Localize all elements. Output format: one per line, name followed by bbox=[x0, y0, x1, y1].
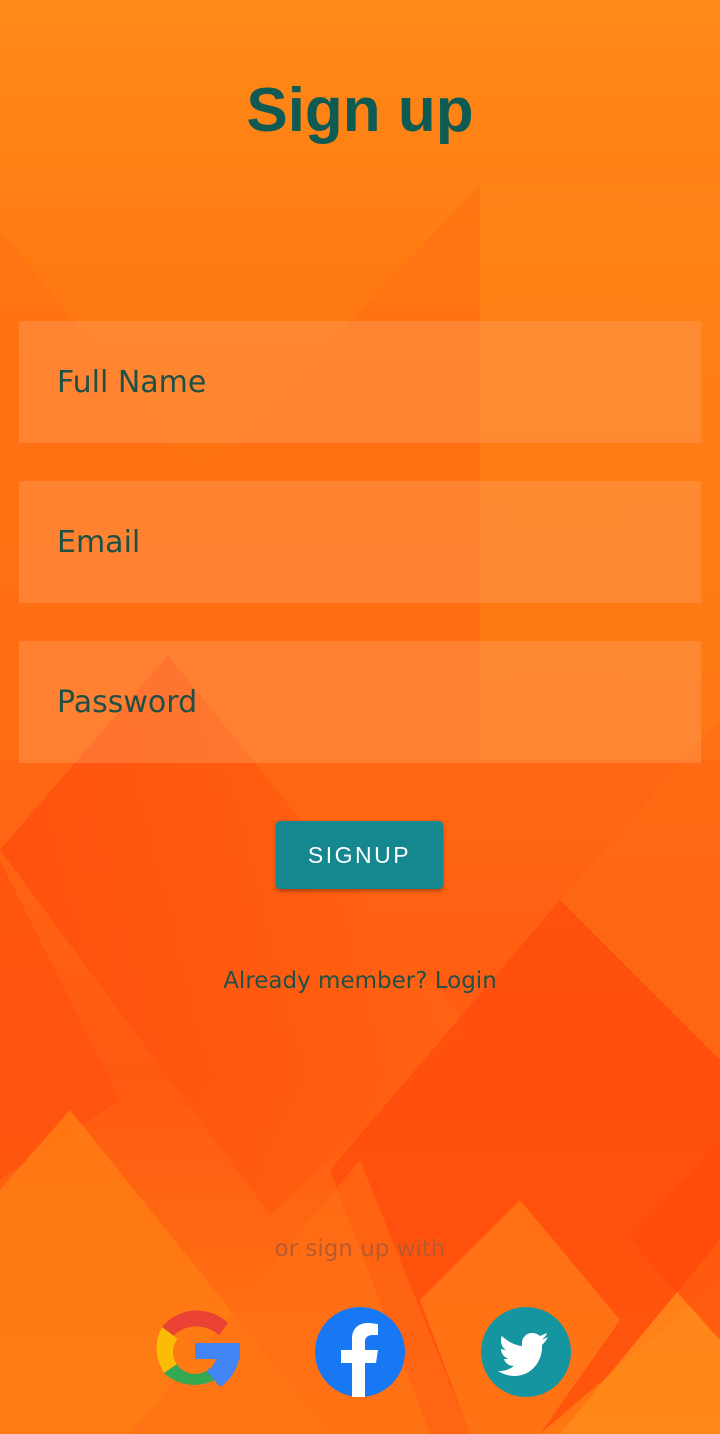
twitter-icon bbox=[481, 1307, 571, 1397]
page-title: Sign up bbox=[246, 76, 474, 145]
google-icon bbox=[156, 1310, 240, 1387]
social-signup-prompt: or sign up with bbox=[274, 1236, 446, 1262]
facebook-signup-button[interactable] bbox=[315, 1307, 405, 1397]
google-signup-button[interactable] bbox=[150, 1307, 240, 1397]
twitter-signup-button[interactable] bbox=[481, 1307, 571, 1397]
facebook-icon bbox=[315, 1307, 405, 1397]
full-name-field-container bbox=[19, 321, 701, 443]
password-field-container bbox=[19, 641, 701, 763]
password-input[interactable] bbox=[19, 641, 701, 763]
login-link[interactable]: Already member? Login bbox=[0, 968, 720, 994]
signup-screen: Sign up SIGNUP Already member? Login or … bbox=[0, 0, 720, 1434]
email-input[interactable] bbox=[19, 481, 701, 603]
full-name-input[interactable] bbox=[19, 321, 701, 443]
signup-button[interactable]: SIGNUP bbox=[276, 821, 443, 889]
email-field-container bbox=[19, 481, 701, 603]
